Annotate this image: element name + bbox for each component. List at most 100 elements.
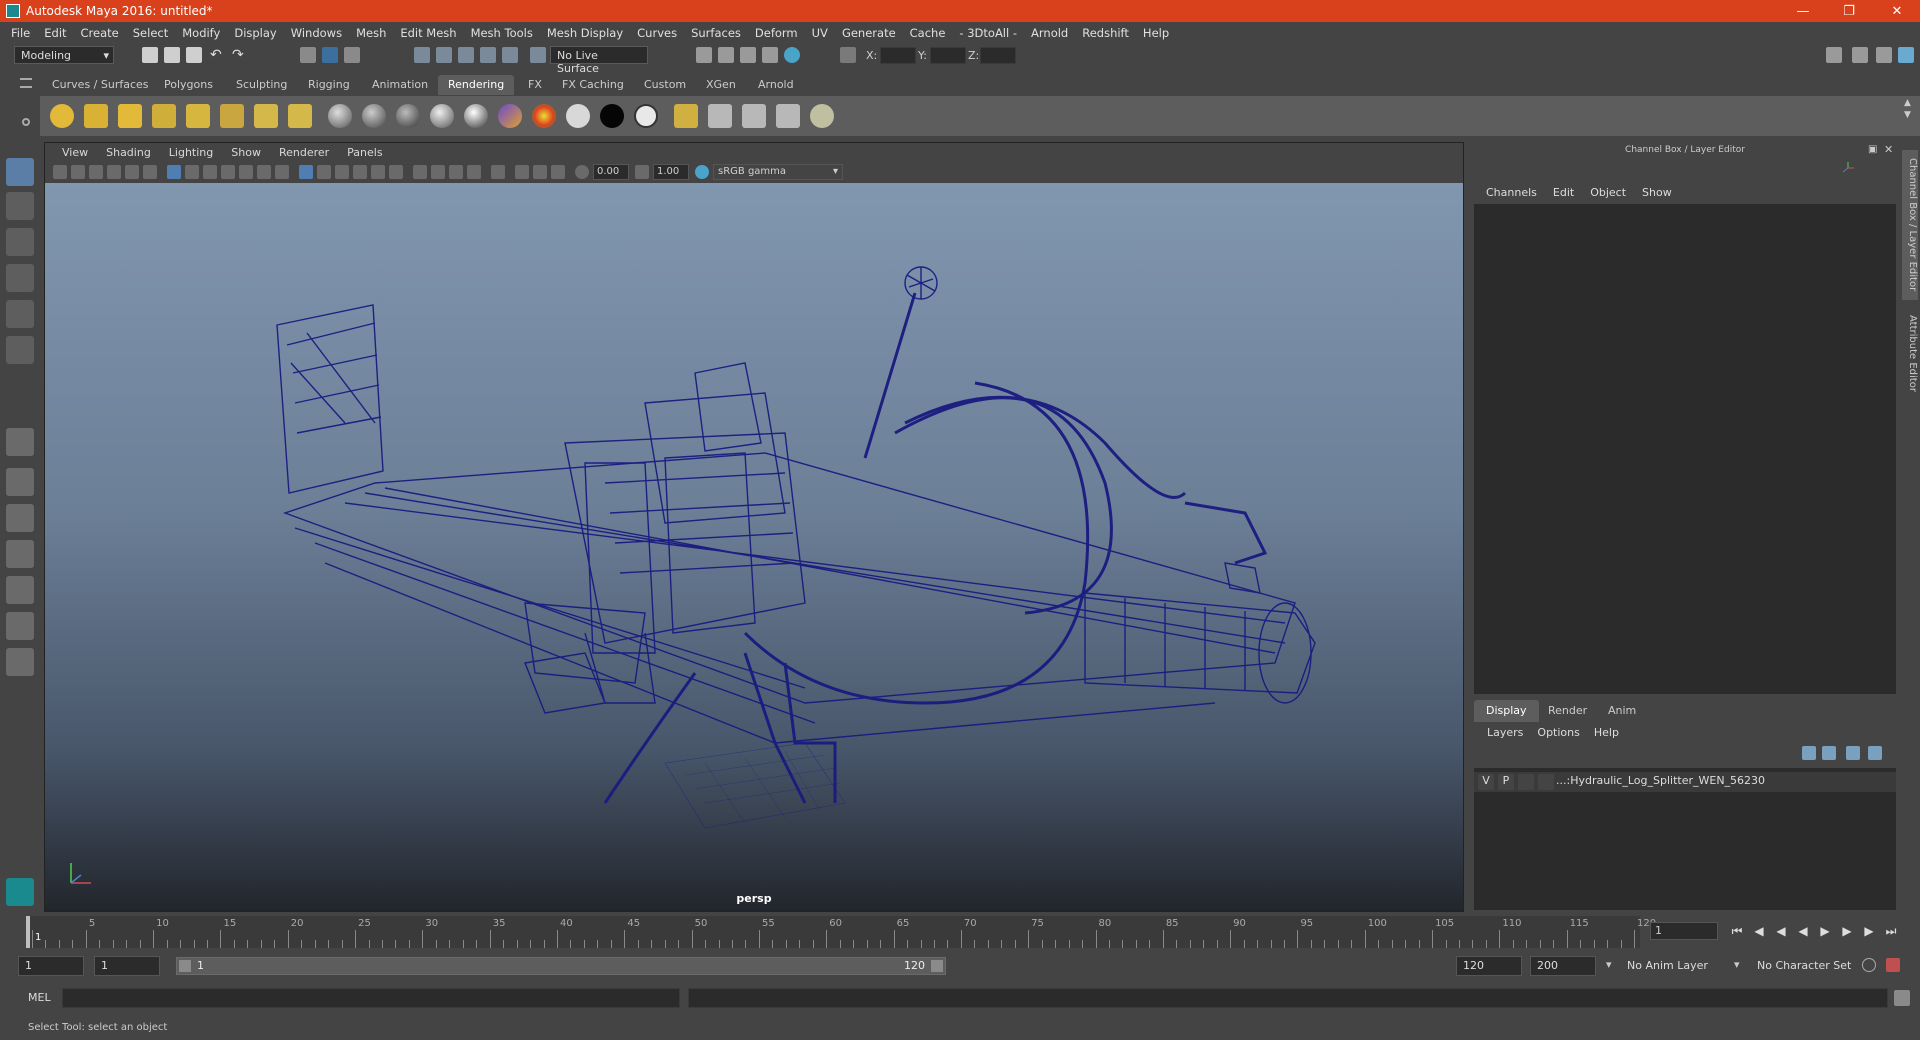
hypershade-shelf-icon[interactable] xyxy=(776,104,800,128)
transform-constraints-icon[interactable] xyxy=(840,47,856,63)
step-back-key-icon[interactable]: ◀ xyxy=(1774,924,1788,938)
restore-button[interactable]: ❐ xyxy=(1826,0,1872,22)
select-component-icon[interactable] xyxy=(344,47,360,63)
lambert-material-icon[interactable] xyxy=(396,104,420,128)
use-background-icon[interactable] xyxy=(634,104,658,128)
motion-blur-icon[interactable] xyxy=(449,165,463,179)
auto-key-icon[interactable] xyxy=(1862,958,1876,972)
use-all-lights-icon[interactable] xyxy=(389,165,403,179)
exposure-field[interactable]: 0.00 xyxy=(593,164,629,180)
menu-mesh-display[interactable]: Mesh Display xyxy=(540,26,630,40)
snap-point-icon[interactable] xyxy=(458,47,474,63)
safe-action-icon[interactable] xyxy=(257,165,271,179)
layer-playback-toggle[interactable]: P xyxy=(1498,774,1514,790)
area-light-icon[interactable] xyxy=(186,104,210,128)
animation-end-field[interactable]: 200 xyxy=(1530,956,1596,976)
side-tab-channel-box[interactable]: Channel Box / Layer Editor xyxy=(1902,150,1918,300)
anisotropic-material-icon[interactable] xyxy=(328,104,352,128)
shelf-tab-rendering[interactable]: Rendering xyxy=(438,75,515,95)
phong-e-material-icon[interactable] xyxy=(464,104,488,128)
layer-color-swatch[interactable] xyxy=(1538,774,1554,790)
character-set-dropdown[interactable]: No Character Set xyxy=(1750,956,1874,976)
viewport-menu-lighting[interactable]: Lighting xyxy=(160,146,222,159)
menu-display[interactable]: Display xyxy=(227,26,283,40)
camera-attributes-icon[interactable] xyxy=(71,165,85,179)
layered-shader-icon[interactable] xyxy=(498,104,522,128)
shelf-tab-animation[interactable]: Animation xyxy=(362,75,438,95)
x-field[interactable] xyxy=(880,47,916,64)
make-live-icon[interactable] xyxy=(530,47,546,63)
grease-pencil-icon[interactable] xyxy=(143,165,157,179)
range-start-handle[interactable] xyxy=(179,960,191,972)
camera-icon[interactable] xyxy=(254,104,278,128)
play-forwards-icon[interactable]: ▶ xyxy=(1818,924,1832,938)
single-perspective-layout-icon[interactable] xyxy=(6,428,34,456)
menu-generate[interactable]: Generate xyxy=(835,26,903,40)
view-transform-dropdown[interactable]: sRGB gamma ▾ xyxy=(713,164,843,180)
shelf-tab-xgen[interactable]: XGen xyxy=(696,75,746,95)
menu-uv[interactable]: UV xyxy=(805,26,835,40)
play-backwards-icon[interactable]: ◀ xyxy=(1796,924,1810,938)
mode-dropdown[interactable]: Modeling ▾ xyxy=(14,46,114,64)
snap-grid-icon[interactable] xyxy=(414,47,430,63)
open-scene-icon[interactable] xyxy=(164,47,180,63)
move-layer-up-icon[interactable] xyxy=(1802,746,1816,760)
bookmark-icon[interactable] xyxy=(89,165,103,179)
shelf-tab-sculpting[interactable]: Sculpting xyxy=(226,75,297,95)
render-settings-icon[interactable] xyxy=(762,47,778,63)
select-object-icon[interactable] xyxy=(322,47,338,63)
shelf-settings-icon[interactable] xyxy=(22,118,30,126)
persp-outliner-layout-icon[interactable] xyxy=(6,504,34,532)
animation-start-field[interactable]: 1 xyxy=(18,956,84,976)
ipr-render-icon[interactable] xyxy=(740,47,756,63)
custom-layout-icon[interactable] xyxy=(6,648,34,676)
menu-3dtoall[interactable]: - 3DtoAll - xyxy=(952,26,1024,40)
menu-modify[interactable]: Modify xyxy=(175,26,227,40)
shelf-tab-curves-surfaces[interactable]: Curves / Surfaces xyxy=(42,75,159,95)
close-button[interactable]: ✕ xyxy=(1874,0,1920,22)
persp-graph-layout-icon[interactable] xyxy=(6,540,34,568)
channel-box-menu-object[interactable]: Object xyxy=(1582,186,1634,199)
layer-tab-anim[interactable]: Anim xyxy=(1596,700,1648,722)
timeline-ruler[interactable]: 1 5 10 15 20 25 30 35 40 45 50 55 60 65 70 75 80 85 90 95 10… xyxy=(26,916,1656,948)
shelf-scroll-down-icon[interactable]: ▼ xyxy=(1904,110,1911,120)
menu-mesh[interactable]: Mesh xyxy=(349,26,393,40)
scale-tool-icon[interactable] xyxy=(6,336,34,364)
layer-visibility-toggle[interactable]: V xyxy=(1478,774,1494,790)
close-panel-icon[interactable]: ✕ xyxy=(1884,143,1893,156)
screen-space-ao-icon[interactable] xyxy=(431,165,445,179)
select-tool-icon[interactable] xyxy=(6,158,34,186)
anti-aliasing-icon[interactable] xyxy=(467,165,481,179)
command-language-label[interactable]: MEL xyxy=(28,991,51,1004)
save-scene-icon[interactable] xyxy=(186,47,202,63)
volume-light-icon[interactable] xyxy=(220,104,244,128)
smooth-shade-icon[interactable] xyxy=(317,165,331,179)
viewport-menu-shading[interactable]: Shading xyxy=(97,146,160,159)
gamma-icon[interactable] xyxy=(635,165,649,179)
shading-map-icon[interactable] xyxy=(566,104,590,128)
select-hierarchy-icon[interactable] xyxy=(300,47,316,63)
outliner-layout-icon[interactable] xyxy=(6,612,34,640)
wireframe-on-shaded-icon[interactable] xyxy=(353,165,367,179)
field-chart-icon[interactable] xyxy=(239,165,253,179)
resolution-gate-icon[interactable] xyxy=(203,165,217,179)
layer-tab-display[interactable]: Display xyxy=(1474,700,1539,722)
default-material-icon[interactable] xyxy=(335,165,349,179)
anim-layer-dropdown[interactable]: No Anim Layer xyxy=(1620,956,1744,976)
step-forward-key-icon[interactable]: ▶ xyxy=(1840,924,1854,938)
camera-aim-icon[interactable] xyxy=(288,104,312,128)
channel-box-menu-channels[interactable]: Channels xyxy=(1478,186,1545,199)
animation-preferences-icon[interactable] xyxy=(1886,958,1900,972)
menu-curves[interactable]: Curves xyxy=(630,26,684,40)
menu-edit[interactable]: Edit xyxy=(37,26,73,40)
modeling-toolkit-icon[interactable] xyxy=(1826,47,1842,63)
new-layer-from-selection-icon[interactable] xyxy=(1868,746,1882,760)
step-back-frame-icon[interactable]: ◀ xyxy=(1752,924,1766,938)
viewport-3d-scene[interactable]: persp xyxy=(45,183,1463,911)
shelf-tab-rigging[interactable]: Rigging xyxy=(298,75,360,95)
isolate-select-icon[interactable] xyxy=(491,165,505,179)
side-tab-attribute-editor[interactable]: Attribute Editor xyxy=(1902,308,1918,398)
viewport-menu-panels[interactable]: Panels xyxy=(338,146,391,159)
viewport-menu-renderer[interactable]: Renderer xyxy=(270,146,338,159)
color-management-icon[interactable] xyxy=(695,165,709,179)
